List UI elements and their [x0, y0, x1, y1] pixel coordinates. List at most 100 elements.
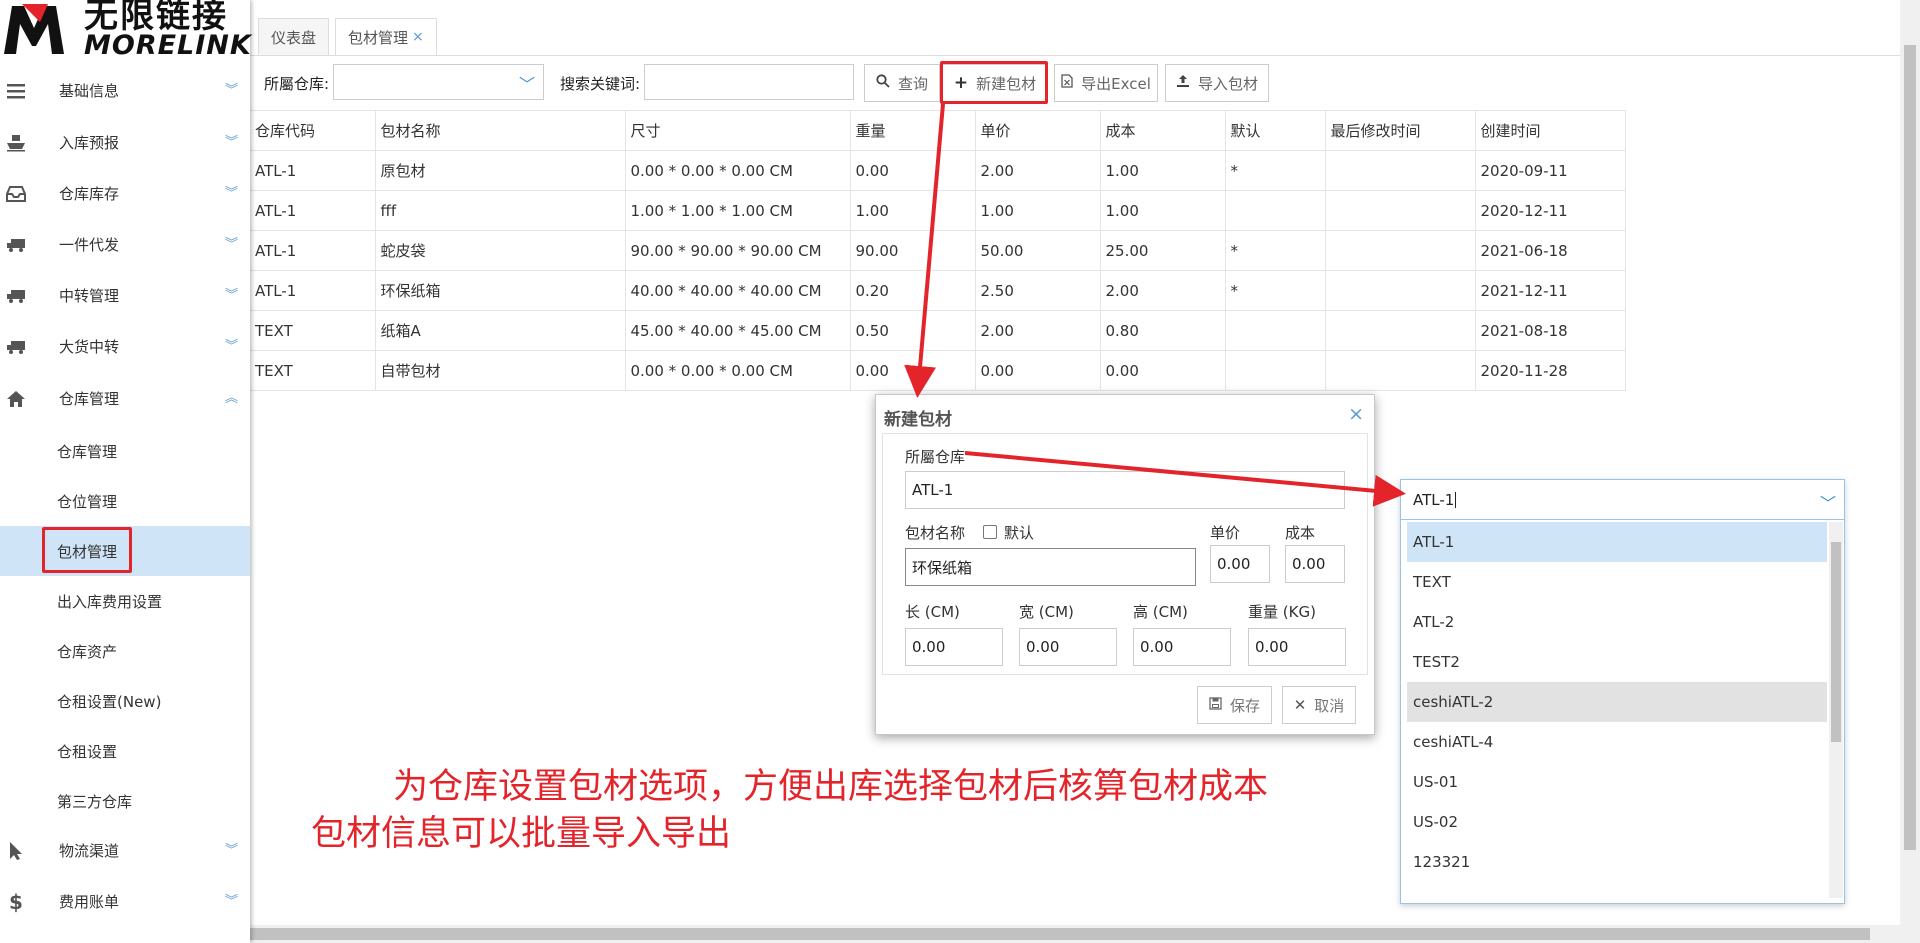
- chevron-down-icon: ︾: [224, 338, 238, 354]
- warehouse-value: ATL-1: [912, 481, 954, 499]
- sidebar-sub-packaging[interactable]: 包材管理: [0, 526, 250, 576]
- chevron-down-icon: ︾: [224, 842, 238, 858]
- price-input[interactable]: 0.00: [1210, 545, 1270, 583]
- sidebar-sub-warehouse[interactable]: 仓库管理: [0, 426, 250, 476]
- dropdown-option[interactable]: 123321: [1407, 842, 1827, 882]
- dropdown-option[interactable]: ATL-2: [1407, 602, 1827, 642]
- dropdown-option[interactable]: US-01: [1407, 762, 1827, 802]
- length-input[interactable]: 0.00: [905, 628, 1003, 666]
- table-cell: 1.00: [975, 190, 1101, 231]
- import-packaging-button[interactable]: 导入包材: [1165, 64, 1269, 102]
- sidebar-item-dropship[interactable]: 一件代发 ︾: [0, 219, 250, 270]
- column-header[interactable]: 最后修改时间: [1325, 110, 1476, 151]
- sidebar-sub-label: 仓位管理: [57, 492, 118, 511]
- dropdown-option[interactable]: ceshiATL-4: [1407, 722, 1827, 762]
- truck-icon: [6, 337, 26, 357]
- warehouse-filter-select[interactable]: ﹀: [333, 64, 544, 100]
- dropdown-input[interactable]: ATL-1 ﹀: [1401, 480, 1844, 520]
- height-input[interactable]: 0.00: [1133, 628, 1231, 666]
- dropdown-option[interactable]: TEXT: [1407, 562, 1827, 602]
- sidebar-item-billing[interactable]: $ 费用账单 ︾: [0, 876, 250, 927]
- width-input[interactable]: 0.00: [1019, 628, 1117, 666]
- warehouse-select[interactable]: ATL-1: [905, 471, 1345, 509]
- sidebar-sub-label: 仓库资产: [57, 642, 118, 661]
- chevron-up-icon: ︽: [224, 390, 238, 406]
- sidebar-sub-location[interactable]: 仓位管理: [0, 476, 250, 526]
- column-header[interactable]: 重量: [850, 110, 976, 151]
- dropdown-option[interactable]: ceshiATL-2: [1407, 682, 1827, 722]
- chevron-down-icon: ︾: [224, 287, 238, 303]
- dropdown-scroll-thumb[interactable]: [1831, 542, 1841, 742]
- table-cell: *: [1225, 230, 1326, 271]
- table-row[interactable]: ATL-1 环保纸箱 40.00 * 40.00 * 40.00 CM 0.20 2.5…: [250, 270, 1626, 311]
- column-header[interactable]: 成本: [1100, 110, 1226, 151]
- default-checkbox[interactable]: [983, 525, 997, 539]
- table-row[interactable]: TEXT 自带包材 0.00 * 0.00 * 0.00 CM 0.00 0.00 0.0…: [250, 350, 1626, 391]
- sidebar-sub-inout-fee[interactable]: 出入库费用设置: [0, 576, 250, 626]
- name-input[interactable]: 环保纸箱: [905, 548, 1196, 586]
- table-cell: [1325, 190, 1476, 231]
- tab-dashboard[interactable]: 仪表盘: [258, 18, 330, 55]
- sidebar-sub-rent[interactable]: 仓租设置: [0, 726, 250, 776]
- column-header[interactable]: 单价: [975, 110, 1101, 151]
- tab-divider: [250, 55, 1900, 56]
- sidebar-item-logistics[interactable]: 物流渠道 ︾: [0, 825, 250, 876]
- table-cell: *: [1225, 150, 1326, 191]
- cost-input[interactable]: 0.00: [1285, 545, 1345, 583]
- tab-packaging[interactable]: 包材管理 ×: [335, 18, 437, 55]
- sidebar-item-label: 大货中转: [59, 338, 120, 356]
- table-row[interactable]: ATL-1 蛇皮袋 90.00 * 90.00 * 90.00 CM 90.00 50.…: [250, 230, 1626, 271]
- horizontal-scrollbar[interactable]: [0, 925, 1920, 943]
- inbox-icon: [6, 184, 26, 204]
- sidebar-sub-rent-new[interactable]: 仓租设置(New): [0, 676, 250, 726]
- column-header[interactable]: 包材名称: [375, 110, 626, 151]
- price-label: 单价: [1210, 524, 1241, 542]
- sidebar-sub-label: 仓租设置(New): [57, 692, 162, 711]
- sidebar-item-transfer[interactable]: 中转管理 ︾: [0, 270, 250, 321]
- column-header[interactable]: 仓库代码: [250, 110, 376, 151]
- sidebar-item-label: 仓库库存: [59, 185, 120, 203]
- sidebar-item-warehouse-management[interactable]: 仓库管理 ︽: [0, 373, 250, 424]
- save-button[interactable]: 保存: [1197, 686, 1272, 724]
- vertical-scrollbar[interactable]: [1900, 0, 1920, 925]
- table-cell: 50.00: [975, 230, 1101, 271]
- tab-label: 包材管理: [348, 28, 409, 47]
- table-cell: 2020-11-28: [1475, 350, 1626, 391]
- table-cell: 2021-12-11: [1475, 270, 1626, 311]
- sidebar-item-basic-info[interactable]: 基础信息 ︾: [0, 65, 250, 116]
- close-icon[interactable]: ×: [1348, 403, 1364, 425]
- query-button[interactable]: 查询: [864, 64, 940, 102]
- dropdown-option[interactable]: TEST2: [1407, 642, 1827, 682]
- table-cell: TEXT: [250, 350, 376, 391]
- table-row[interactable]: TEXT 纸箱A 45.00 * 40.00 * 45.00 CM 0.50 2.00 0…: [250, 310, 1626, 351]
- keyword-input[interactable]: [644, 64, 854, 100]
- sidebar-sub-assets[interactable]: 仓库资产: [0, 626, 250, 676]
- column-header[interactable]: 默认: [1225, 110, 1326, 151]
- new-packaging-button[interactable]: + 新建包材: [942, 64, 1048, 102]
- table-row[interactable]: ATL-1 fff 1.00 * 1.00 * 1.00 CM 1.00 1.00 1.0…: [250, 190, 1626, 231]
- vertical-scroll-thumb[interactable]: [1904, 45, 1916, 850]
- weight-input[interactable]: 0.00: [1248, 628, 1346, 666]
- close-icon[interactable]: ×: [412, 29, 424, 45]
- sidebar-item-warehouse-stock[interactable]: 仓库库存 ︾: [0, 168, 250, 219]
- column-header[interactable]: 创建时间: [1475, 110, 1626, 151]
- cursor-icon: [6, 841, 26, 861]
- cancel-button[interactable]: ✕ 取消: [1282, 686, 1356, 724]
- table-row[interactable]: ATL-1 原包材 0.00 * 0.00 * 0.00 CM 0.00 2.00 1.0…: [250, 150, 1626, 191]
- horizontal-scroll-thumb[interactable]: [20, 928, 1870, 940]
- export-excel-button[interactable]: 导出Excel: [1054, 64, 1158, 102]
- sidebar-sub-third-party[interactable]: 第三方仓库: [0, 776, 250, 826]
- sidebar-item-label: 中转管理: [59, 287, 120, 305]
- home-icon: [6, 389, 26, 409]
- morelink-logo-icon: [4, 4, 64, 54]
- dropdown-option[interactable]: ATL-1: [1407, 522, 1827, 562]
- table-cell: 0.80: [1100, 310, 1226, 351]
- packaging-table: 仓库代码 包材名称 尺寸 重量 单价 成本 默认 最后修改时间 创建时间 ATL…: [250, 110, 1626, 391]
- column-header[interactable]: 尺寸: [625, 110, 851, 151]
- sidebar-item-bulk-transfer[interactable]: 大货中转 ︾: [0, 321, 250, 372]
- sidebar-item-inbound-forecast[interactable]: 入库预报 ︾: [0, 117, 250, 168]
- sidebar-item-label: 基础信息: [59, 82, 120, 100]
- text-cursor: [1455, 491, 1457, 508]
- dropdown-scrollbar[interactable]: [1829, 522, 1843, 898]
- dropdown-option[interactable]: US-02: [1407, 802, 1827, 842]
